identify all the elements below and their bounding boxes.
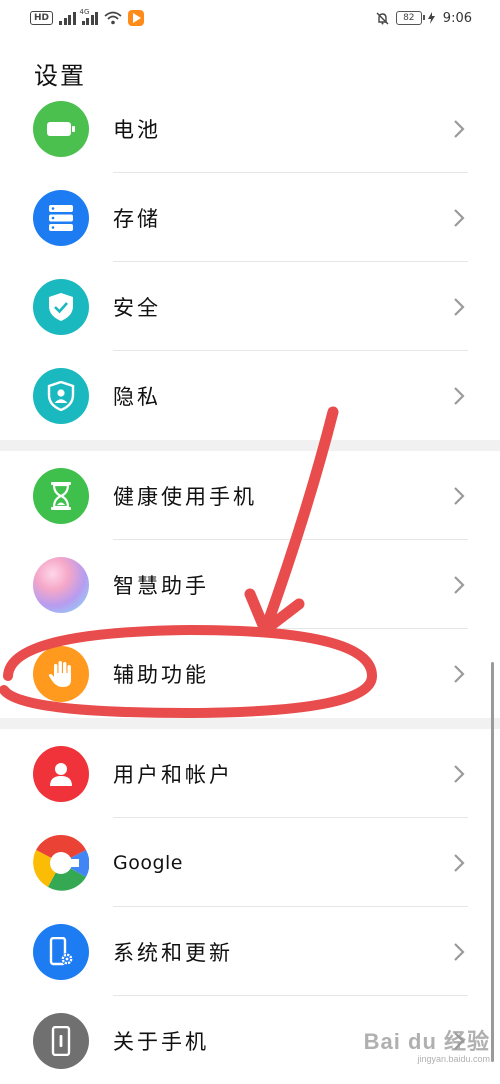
- chevron-right-icon: [454, 386, 465, 405]
- group-separator: [0, 440, 500, 451]
- privacy-icon: [33, 367, 89, 424]
- shield-check-icon: [33, 278, 89, 335]
- settings-item-security[interactable]: 安全: [0, 262, 500, 351]
- group-separator: [0, 718, 500, 729]
- scrollbar[interactable]: [491, 662, 494, 1062]
- chevron-right-icon: [454, 853, 465, 872]
- chevron-right-icon: [454, 575, 465, 594]
- phone-gear-icon: [33, 923, 89, 980]
- settings-item-label: 辅助功能: [113, 662, 209, 687]
- settings-item-digital-balance[interactable]: 健康使用手机: [0, 451, 500, 540]
- settings-item-label: 隐私: [113, 384, 161, 409]
- storage-icon: [33, 189, 89, 246]
- settings-item-privacy[interactable]: 隐私: [0, 351, 500, 440]
- settings-item-label: 安全: [113, 295, 161, 320]
- user-icon: [33, 745, 89, 802]
- settings-item-label: 关于手机: [113, 1029, 209, 1054]
- settings-item-system-update[interactable]: 系统和更新: [0, 907, 500, 996]
- chevron-right-icon: [454, 764, 465, 783]
- settings-item-battery[interactable]: 电池: [0, 84, 500, 173]
- settings-item-storage[interactable]: 存储: [0, 173, 500, 262]
- network-label: 4G: [79, 7, 90, 16]
- settings-item-smart-assistant[interactable]: 智慧助手: [0, 540, 500, 629]
- charging-icon: [427, 12, 435, 24]
- watermark: Bai du 经验 jingyan.baidu.com: [364, 1024, 490, 1064]
- hourglass-icon: [33, 467, 89, 524]
- google-icon: [33, 834, 89, 891]
- clock: 9:06: [442, 10, 472, 26]
- chevron-right-icon: [454, 942, 465, 961]
- settings-item-accessibility[interactable]: 辅助功能: [0, 629, 500, 718]
- settings-item-label: 系统和更新: [113, 940, 233, 965]
- settings-item-users-accounts[interactable]: 用户和帐户: [0, 729, 500, 818]
- chevron-right-icon: [454, 297, 465, 316]
- hand-icon: [33, 645, 89, 702]
- chevron-right-icon: [454, 664, 465, 683]
- settings-item-label: 用户和帐户: [113, 762, 233, 787]
- watermark-logo: Bai du 经验: [363, 1029, 490, 1054]
- settings-item-label: 健康使用手机: [113, 484, 257, 509]
- watermark-url: jingyan.baidu.com: [417, 1054, 490, 1064]
- chevron-right-icon: [454, 208, 465, 227]
- settings-item-label: Google: [113, 851, 184, 874]
- hd-badge: HD: [30, 11, 54, 25]
- battery-icon: [33, 100, 89, 157]
- mute-bell-icon: [376, 12, 389, 24]
- settings-group-2: 健康使用手机 智慧助手 辅助功能: [0, 451, 500, 718]
- video-app-icon: [128, 10, 145, 26]
- smart-assistant-icon: [33, 556, 89, 613]
- chevron-right-icon: [454, 119, 465, 138]
- wifi-icon: [104, 11, 122, 25]
- status-left: HD 4G: [30, 8, 145, 26]
- phone-info-icon: [33, 1012, 89, 1069]
- status-bar: HD 4G 82 9:06: [0, 0, 500, 36]
- status-right: 82 9:06: [375, 11, 472, 26]
- settings-item-label: 电池: [113, 117, 161, 142]
- battery-indicator: 82: [395, 11, 425, 25]
- settings-item-label: 存储: [113, 206, 161, 231]
- settings-item-label: 智慧助手: [113, 573, 209, 598]
- signal-icon: [59, 11, 76, 25]
- settings-group-1: 电池 存储 安全 隐私: [0, 84, 500, 440]
- signal-4g-icon: 4G: [80, 8, 99, 25]
- settings-item-google[interactable]: Google: [0, 818, 500, 907]
- chevron-right-icon: [454, 486, 465, 505]
